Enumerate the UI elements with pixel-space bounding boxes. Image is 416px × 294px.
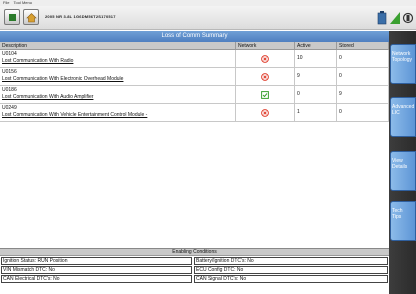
network-topology-button[interactable]: Network Topology xyxy=(390,44,416,84)
enabling-conditions: Enabling Conditions Ignition Status: RUN… xyxy=(0,248,389,294)
table-row[interactable]: U0156 Lost Communication With Electronic… xyxy=(0,68,389,86)
error-circle-icon xyxy=(261,108,269,117)
home-icon xyxy=(25,12,37,22)
row-description-cell: U0156 Lost Communication With Electronic… xyxy=(0,68,236,85)
table-title: Loss of Comm Summary xyxy=(0,31,389,42)
advanced-lic-label-2: LIC xyxy=(392,110,400,116)
dtc-code: U0104 xyxy=(2,51,17,57)
view-details-label-2: Details xyxy=(392,164,408,170)
stored-count: 0 xyxy=(337,68,389,85)
network-status-cell xyxy=(236,50,295,67)
toolbar: 2005 NR 3.8L 1G6DM56T2S170517 xyxy=(0,6,416,30)
table-row[interactable]: U0249 Lost Communication With Vehicle En… xyxy=(0,104,389,122)
menu-tools[interactable]: Tool Menu xyxy=(14,0,32,5)
error-circle-icon xyxy=(261,72,269,81)
dtc-description[interactable]: Lost Communication With Vehicle Entertai… xyxy=(2,112,233,119)
dtc-code: U0156 xyxy=(2,69,17,75)
check-box-icon xyxy=(261,90,269,99)
stop-button[interactable] xyxy=(4,9,20,25)
stored-count: 0 xyxy=(337,104,389,121)
network-status-cell xyxy=(236,86,295,103)
network-status-cell xyxy=(236,68,295,85)
dtc-code: U0186 xyxy=(2,87,17,93)
table-header: Description Network Active Stored xyxy=(0,42,389,50)
table-row[interactable]: U0104 Lost Communication With Radio 10 0 xyxy=(0,50,389,68)
header-network[interactable]: Network xyxy=(236,42,295,49)
can-signal-dtcs: CAN Signal DTC's: No xyxy=(194,275,388,283)
row-description-cell: U0104 Lost Communication With Radio xyxy=(0,50,236,67)
header-stored[interactable]: Stored xyxy=(337,42,389,49)
advanced-lic-button[interactable]: Advanced LIC xyxy=(390,97,416,137)
tech-tips-label-2: Tips xyxy=(392,214,402,220)
home-button[interactable] xyxy=(23,9,39,25)
active-count: 1 xyxy=(295,104,337,121)
can-electrical-dtcs: CAN Electrical DTC's: No xyxy=(1,275,192,283)
active-count: 0 xyxy=(295,86,337,103)
side-panel: Network Topology Advanced LIC View Detai… xyxy=(389,31,416,294)
stop-icon xyxy=(8,13,16,21)
menu-file[interactable]: File xyxy=(3,0,9,5)
active-count: 9 xyxy=(295,68,337,85)
row-description-cell: U0249 Lost Communication With Vehicle En… xyxy=(0,104,236,121)
battery-ignition-dtcs: Battery/Ignition DTC's: No xyxy=(194,257,388,265)
enabling-conditions-title: Enabling Conditions xyxy=(0,249,389,256)
status-icons xyxy=(376,9,414,26)
dtc-description[interactable]: Lost Communication With Audio Amplifier xyxy=(2,94,233,101)
signal-strength-icon xyxy=(389,10,401,25)
stored-count: 0 xyxy=(337,50,389,67)
view-details-button[interactable]: View Details xyxy=(390,151,416,191)
stored-count: 9 xyxy=(337,86,389,103)
ecu-config-dtc: ECU Config DTC: No xyxy=(194,266,388,274)
dtc-description[interactable]: Lost Communication With Electronic Overh… xyxy=(2,76,233,83)
error-circle-icon xyxy=(261,54,269,63)
battery-icon xyxy=(376,10,388,25)
network-topology-label-2: Topology xyxy=(392,57,413,63)
dtc-description[interactable]: Lost Communication With Radio xyxy=(2,58,233,65)
header-active[interactable]: Active xyxy=(295,42,337,49)
vin-mismatch-dtc: VIN Mismatch DTC: No xyxy=(1,266,192,274)
vehicle-info: 2005 NR 3.8L 1G6DM56T2S170517 xyxy=(45,14,116,19)
ignition-status: Ignition Status: RUN Position xyxy=(1,257,192,265)
loss-of-comm-table: Loss of Comm Summary Description Network… xyxy=(0,31,389,248)
row-description-cell: U0186 Lost Communication With Audio Ampl… xyxy=(0,86,236,103)
active-count: 10 xyxy=(295,50,337,67)
connection-icon xyxy=(402,10,414,25)
dtc-code: U0249 xyxy=(2,105,17,111)
network-status-cell xyxy=(236,104,295,121)
tech-tips-button[interactable]: Tech Tips xyxy=(390,201,416,241)
enabling-conditions-grid: Ignition Status: RUN Position Battery/Ig… xyxy=(0,256,389,283)
table-row[interactable]: U0186 Lost Communication With Audio Ampl… xyxy=(0,86,389,104)
header-description[interactable]: Description xyxy=(0,42,236,49)
